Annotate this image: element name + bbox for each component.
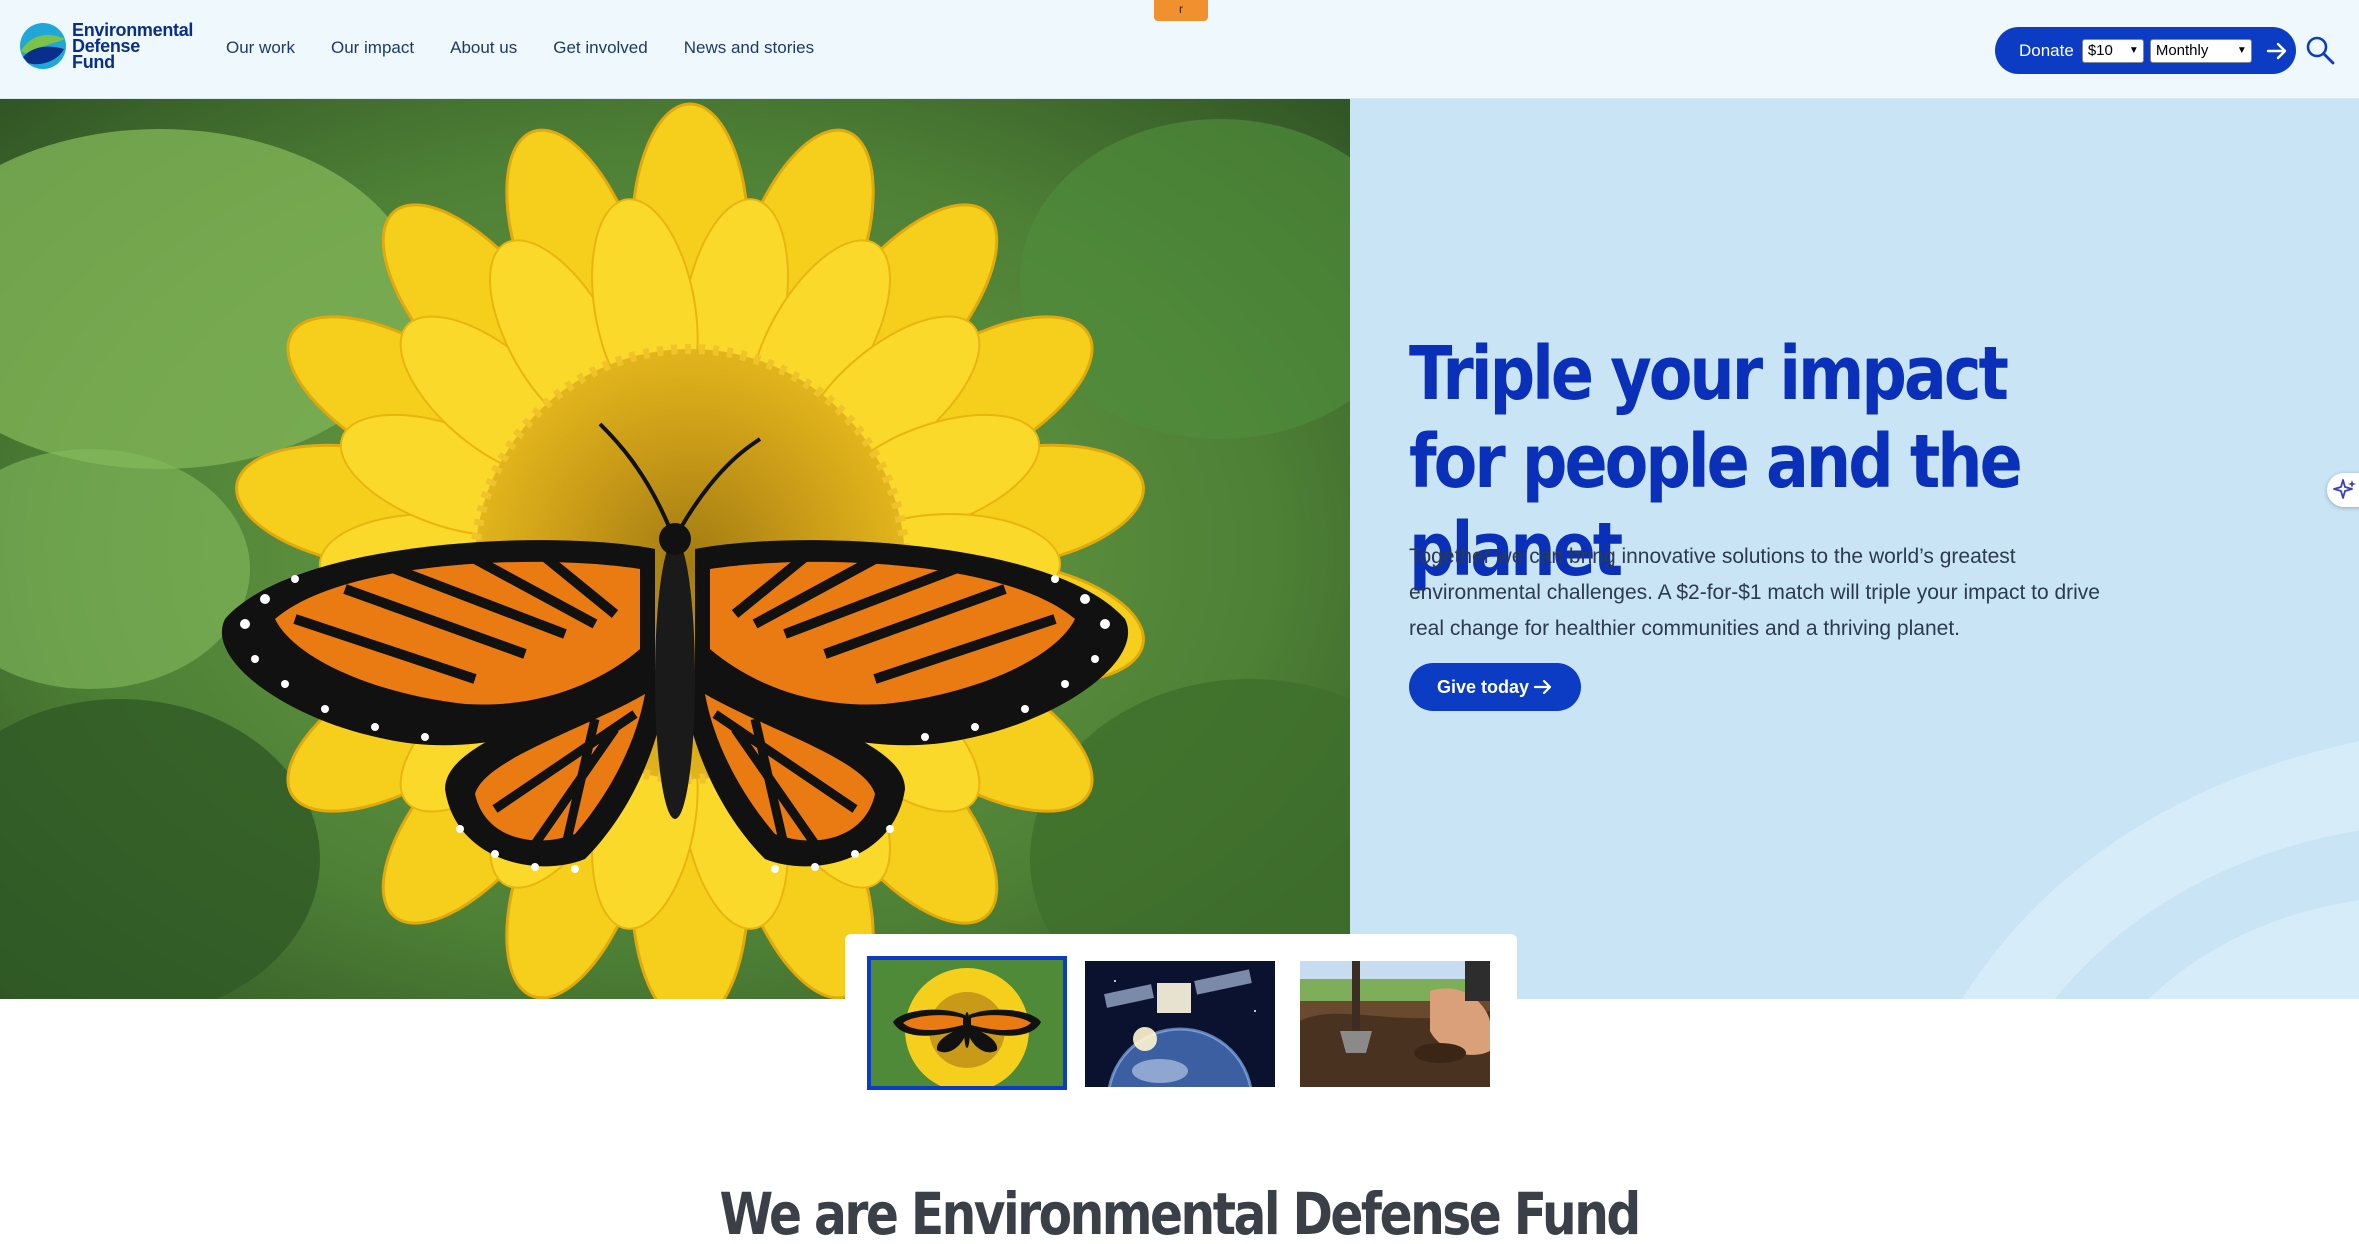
- hero-carousel-thumbnails: [845, 934, 1517, 1099]
- carousel-thumb-soil[interactable]: [1300, 961, 1490, 1087]
- donate-widget: Donate $10 ▼ Monthly ▼: [1995, 27, 2296, 74]
- main-nav: Our work Our impact About us Get involve…: [226, 38, 814, 58]
- site-header: r Environmental Defense Fund Our work Ou…: [0, 0, 2359, 99]
- chevron-down-icon: ▼: [2236, 45, 2247, 56]
- hero-panel: Triple your impact for people and the pl…: [1350, 99, 2359, 999]
- nav-our-impact[interactable]: Our impact: [331, 38, 414, 58]
- nav-news-and-stories[interactable]: News and stories: [684, 38, 814, 58]
- hero-description: Together we can bring innovative solutio…: [1409, 545, 2100, 640]
- edf-logo[interactable]: Environmental Defense Fund: [18, 19, 198, 73]
- chevron-down-icon: ▼: [2128, 45, 2139, 56]
- nav-our-work[interactable]: Our work: [226, 38, 295, 58]
- edf-logo-icon: [20, 23, 66, 69]
- logo-wordmark: Environmental Defense Fund: [72, 20, 194, 72]
- nav-about-us[interactable]: About us: [450, 38, 517, 58]
- donate-submit-button[interactable]: [2262, 36, 2292, 66]
- donate-label: Donate: [2019, 40, 2074, 60]
- carousel-thumb-satellite[interactable]: [1085, 961, 1275, 1087]
- ai-assistant-button[interactable]: [2327, 473, 2359, 507]
- donation-frequency-select[interactable]: Monthly ▼: [2149, 38, 2252, 63]
- search-button[interactable]: [2304, 34, 2336, 66]
- search-icon: [2306, 36, 2335, 65]
- top-tab[interactable]: r: [1154, 0, 1208, 21]
- carousel-thumb-butterfly[interactable]: [867, 956, 1067, 1090]
- give-today-button[interactable]: Give today: [1409, 663, 1581, 711]
- decorative-wave: [1962, 741, 2359, 999]
- section-heading: We are Environmental Defense Fund: [719, 1180, 1642, 1244]
- donation-amount-select[interactable]: $10 ▼: [2081, 38, 2144, 63]
- hero-image: [0, 99, 1350, 999]
- arrow-right-icon: [2266, 42, 2287, 59]
- nav-get-involved[interactable]: Get involved: [553, 38, 648, 58]
- sparkle-icon: [2333, 479, 2356, 499]
- arrow-right-icon: [1533, 679, 1552, 695]
